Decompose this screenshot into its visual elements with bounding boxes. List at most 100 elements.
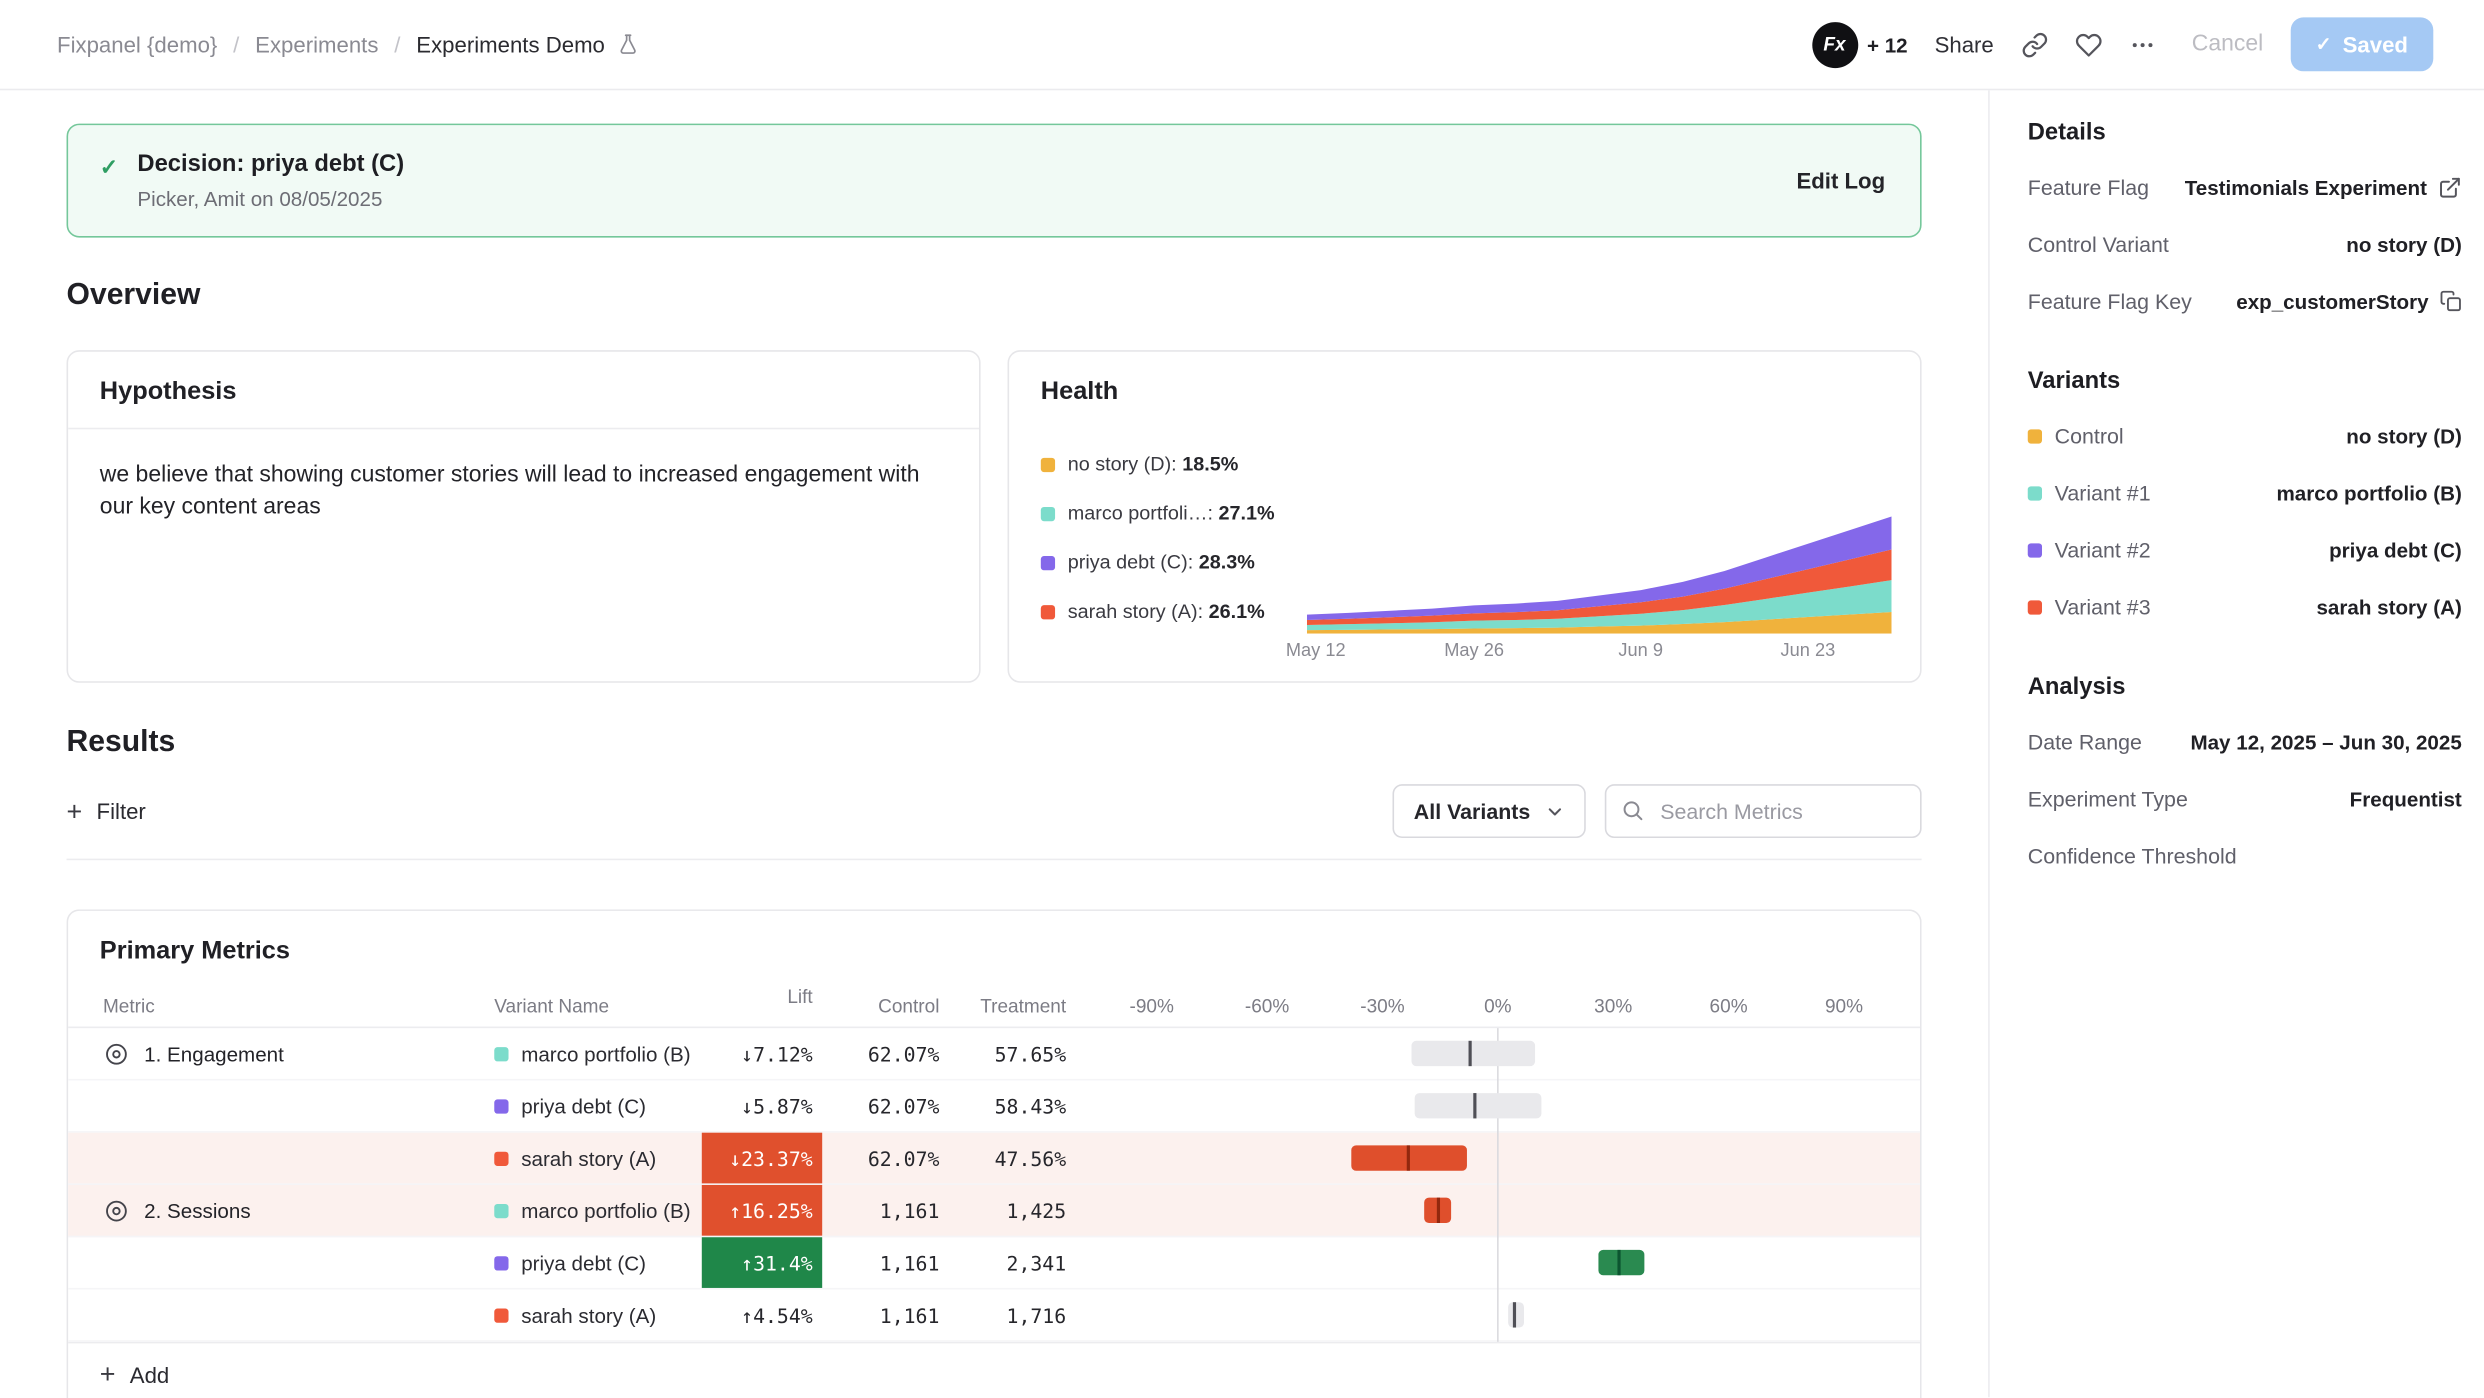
treatment-value: 1,716 xyxy=(949,1303,1076,1327)
legend-swatch xyxy=(1041,457,1055,471)
health-legend-item[interactable]: sarah story (A): 26.1% xyxy=(1041,600,1307,622)
collaborators[interactable]: Fx + 12 xyxy=(1812,21,1908,67)
health-x-labels: May 12May 26Jun 9Jun 23 xyxy=(1307,642,1892,667)
variant-swatch xyxy=(494,1255,508,1269)
treatment-value: 1,425 xyxy=(949,1198,1076,1222)
copy-link-icon[interactable] xyxy=(2021,31,2048,58)
legend-label: no story (D): 18.5% xyxy=(1068,453,1239,475)
decision-check-icon: ✓ xyxy=(100,154,119,181)
variant-swatch xyxy=(494,1151,508,1165)
variant-value: priya debt (C) xyxy=(2329,538,2462,562)
legend-label: sarah story (A): 26.1% xyxy=(1068,600,1265,622)
axis-tick-label: -90% xyxy=(1130,995,1174,1017)
health-legend-item[interactable]: priya debt (C): 28.3% xyxy=(1041,551,1307,573)
point-estimate-tick xyxy=(1437,1198,1440,1223)
search-metrics-input[interactable] xyxy=(1605,784,1922,838)
variant-swatch xyxy=(494,1308,508,1322)
variant-swatch xyxy=(2028,543,2042,557)
metric-name: 1. Engagement xyxy=(144,1042,284,1066)
variant-value: sarah story (A) xyxy=(2316,595,2461,619)
axis-tick-label: -60% xyxy=(1245,995,1289,1017)
health-card: Health no story (D): 18.5%marco portfoli… xyxy=(1008,350,1922,683)
cancel-button[interactable]: Cancel xyxy=(2192,32,2264,57)
favorite-icon[interactable] xyxy=(2075,31,2102,58)
variant-row: Control no story (D) xyxy=(2028,420,2462,452)
edit-log-button[interactable]: Edit Log xyxy=(1796,168,1885,193)
metric-row[interactable]: 2. Sessionsmarco portfolio (B)↑16.25%1,1… xyxy=(68,1185,1920,1237)
treatment-value: 58.43% xyxy=(949,1094,1076,1118)
axis-tick-label: -30% xyxy=(1360,995,1404,1017)
analysis-label: Date Range xyxy=(2028,730,2142,754)
variant-swatch xyxy=(2028,600,2042,614)
variant-row: Variant #2priya debt (C) xyxy=(2028,534,2462,566)
analysis-row: Experiment Type Frequentist xyxy=(2028,783,2462,815)
legend-label: priya debt (C): 28.3% xyxy=(1068,551,1255,573)
health-legend-item[interactable]: marco portfoli…: 27.1% xyxy=(1041,502,1307,524)
detail-row: Feature FlagTestimonials Experiment xyxy=(2028,171,2462,203)
health-chart xyxy=(1307,510,1892,634)
plus-icon: + xyxy=(100,1361,116,1388)
decision-title: Decision: priya debt (C) xyxy=(137,150,404,177)
detail-row: Control Variantno story (D) xyxy=(2028,228,2462,260)
variant-label: Variant #3 xyxy=(2028,595,2151,619)
analysis-row: Date RangeMay 12, 2025 – Jun 30, 2025 xyxy=(2028,726,2462,758)
control-value: 1,161 xyxy=(822,1251,949,1275)
legend-swatch xyxy=(1041,506,1055,520)
metric-row[interactable]: sarah story (A)↑4.54%1,1611,716 xyxy=(68,1290,1920,1342)
variant-value: no story (D) xyxy=(2346,424,2462,448)
share-button[interactable]: Share xyxy=(1935,32,1994,57)
breadcrumb-separator: / xyxy=(394,32,400,57)
confidence-interval-cell xyxy=(1076,1290,1920,1341)
external-link-icon[interactable] xyxy=(2438,175,2462,199)
metric-row[interactable]: 1. Engagementmarco portfolio (B)↓7.12%62… xyxy=(68,1028,1920,1080)
variant-name: sarah story (A) xyxy=(521,1146,656,1170)
avatar[interactable]: Fx xyxy=(1812,21,1858,67)
confidence-interval-cell xyxy=(1076,1080,1920,1131)
metric-name-cell: 2. Sessions xyxy=(68,1197,485,1224)
saved-button[interactable]: ✓ Saved xyxy=(2290,17,2433,71)
copy-icon[interactable] xyxy=(2440,290,2462,312)
variant-label: Variant #1 xyxy=(2028,481,2151,505)
variant-name: priya debt (C) xyxy=(521,1251,646,1275)
decision-subtitle: Picker, Amit on 08/05/2025 xyxy=(137,187,404,211)
variant-swatch xyxy=(2028,486,2042,500)
variant-name-cell: sarah story (A) xyxy=(485,1303,702,1327)
axis-tick-label: 30% xyxy=(1594,995,1632,1017)
lift-value: ↓23.37% xyxy=(702,1133,822,1184)
breadcrumb-item-current[interactable]: Experiments Demo xyxy=(416,32,639,57)
details-sidebar: Details Feature FlagTestimonials Experim… xyxy=(1988,90,2484,1397)
control-value: 1,161 xyxy=(822,1198,949,1222)
variants-rows: Controlno story (D)Variant #1marco portf… xyxy=(2028,420,2462,623)
details-heading: Details xyxy=(2028,119,2462,146)
lift-value: ↑4.54% xyxy=(702,1290,822,1341)
metric-row[interactable]: priya debt (C)↓5.87%62.07%58.43% xyxy=(68,1080,1920,1132)
variants-dropdown[interactable]: All Variants xyxy=(1393,784,1586,838)
topbar: Fixpanel {demo} / Experiments / Experime… xyxy=(0,0,2484,90)
analysis-label: Experiment Type xyxy=(2028,787,2188,811)
app-window: Fixpanel {demo} / Experiments / Experime… xyxy=(0,0,2484,1397)
analysis-value: Frequentist xyxy=(2350,787,2462,811)
variant-swatch xyxy=(2028,429,2042,443)
health-legend-item[interactable]: no story (D): 18.5% xyxy=(1041,453,1307,475)
axis-header: -90%-60%-30%0%30%60%90% xyxy=(1076,985,1920,1026)
hypothesis-title: Hypothesis xyxy=(68,352,979,430)
column-treatment: Treatment xyxy=(949,995,1076,1017)
details-rows: Feature FlagTestimonials Experiment Contr… xyxy=(2028,171,2462,317)
control-value: 1,161 xyxy=(822,1303,949,1327)
metric-row[interactable]: sarah story (A)↓23.37%62.07%47.56% xyxy=(68,1133,1920,1185)
breadcrumb-item-workspace[interactable]: Fixpanel {demo} xyxy=(57,32,217,57)
collaborator-count: + 12 xyxy=(1867,32,1908,56)
confidence-interval-cell xyxy=(1076,1133,1920,1184)
add-filter-button[interactable]: + Filter xyxy=(67,798,146,825)
goal-icon xyxy=(103,1197,130,1224)
treatment-value: 47.56% xyxy=(949,1146,1076,1170)
add-metric-button[interactable]: + Add xyxy=(68,1342,1920,1398)
variant-name: marco portfolio (B) xyxy=(521,1042,690,1066)
variant-label: Control xyxy=(2028,424,2124,448)
table-header: Metric Variant Name Lift Control Treatme… xyxy=(68,985,1920,1028)
metric-row[interactable]: priya debt (C)↑31.4%1,1612,341 xyxy=(68,1237,1920,1289)
confidence-interval-cell xyxy=(1076,1185,1920,1236)
breadcrumb-item-experiments[interactable]: Experiments xyxy=(255,32,378,57)
primary-metrics-card: Primary Metrics Metric Variant Name Lift… xyxy=(67,909,1922,1398)
more-options-icon[interactable] xyxy=(2128,31,2155,58)
